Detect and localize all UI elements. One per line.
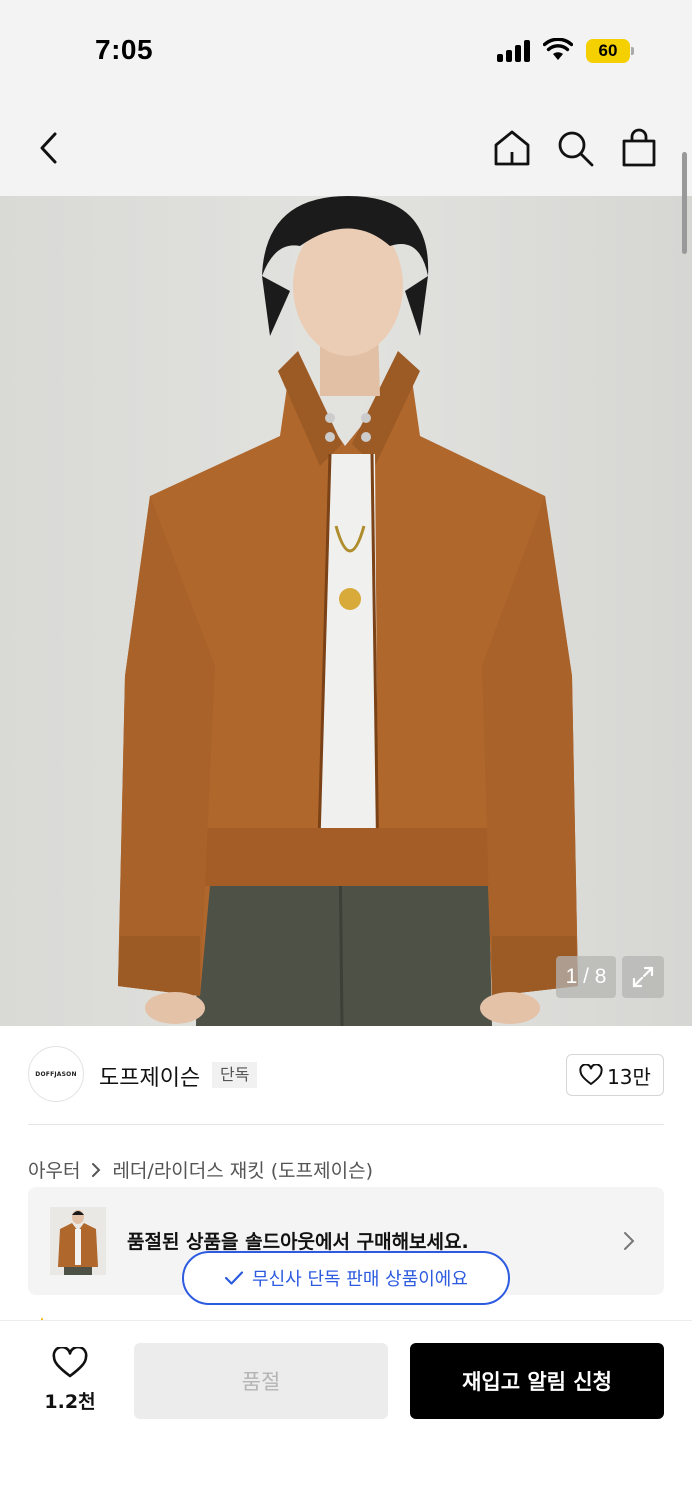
top-nav <box>0 100 692 196</box>
exclusive-badge: 단독 <box>212 1062 258 1088</box>
wifi-icon <box>543 38 573 60</box>
product-photo-illustration <box>118 196 578 1026</box>
status-time: 7:05 <box>95 34 154 65</box>
check-icon <box>224 1271 244 1285</box>
brand-like-count: 13만 <box>607 1064 651 1089</box>
breadcrumb: 아우터 레더/라이더스 재킷 (도프제이슨) <box>28 1156 373 1183</box>
status-bar: 7:05 60 <box>0 0 692 100</box>
divider <box>28 1124 664 1125</box>
wishlist-count: 1.2천 <box>44 1391 96 1413</box>
soldout-banner-text: 품절된 상품을 솔드아웃에서 구매해보세요. <box>127 1231 469 1253</box>
wishlist-button[interactable]: 1.2천 <box>40 1345 100 1414</box>
expand-button[interactable] <box>622 956 664 998</box>
search-icon[interactable] <box>555 128 595 168</box>
chevron-left-icon[interactable] <box>30 128 70 168</box>
home-icon[interactable] <box>492 128 532 168</box>
soldout-button: 품절 <box>134 1343 388 1419</box>
product-image[interactable] <box>0 196 692 1026</box>
battery-icon: 60 <box>586 39 634 63</box>
cellular-signal-icon <box>497 40 533 62</box>
heart-icon <box>52 1345 88 1378</box>
breadcrumb-category[interactable]: 아우터 <box>28 1156 80 1183</box>
brand-like-button[interactable]: 13만 <box>566 1054 664 1096</box>
toast-text: 무신사 단독 판매 상품이에요 <box>252 1269 468 1290</box>
bottom-action-bar: 1.2천 품절 재입고 알림 신청 <box>0 1320 692 1500</box>
image-counter: 1 / 8 <box>556 956 616 998</box>
scrollbar-thumb[interactable] <box>682 152 687 254</box>
shopping-bag-icon[interactable] <box>619 128 659 168</box>
soldout-product-thumbnail <box>50 1207 106 1275</box>
brand-logo[interactable]: DOFFJASON <box>28 1046 84 1102</box>
breadcrumb-subcategory[interactable]: 레더/라이더스 재킷 (도프제이슨) <box>112 1156 373 1183</box>
exclusive-toast: 무신사 단독 판매 상품이에요 <box>182 1251 510 1305</box>
restock-alert-button[interactable]: 재입고 알림 신청 <box>410 1343 664 1419</box>
chevron-right-icon <box>624 1232 635 1250</box>
heart-icon <box>579 1064 603 1085</box>
brand-name[interactable]: 도프제이슨 <box>99 1060 200 1092</box>
brand-row: DOFFJASON 도프제이슨 단독 13만 <box>0 1026 692 1126</box>
chevron-right-icon <box>92 1162 101 1177</box>
battery-level: 60 <box>586 39 630 63</box>
expand-icon <box>632 966 654 988</box>
